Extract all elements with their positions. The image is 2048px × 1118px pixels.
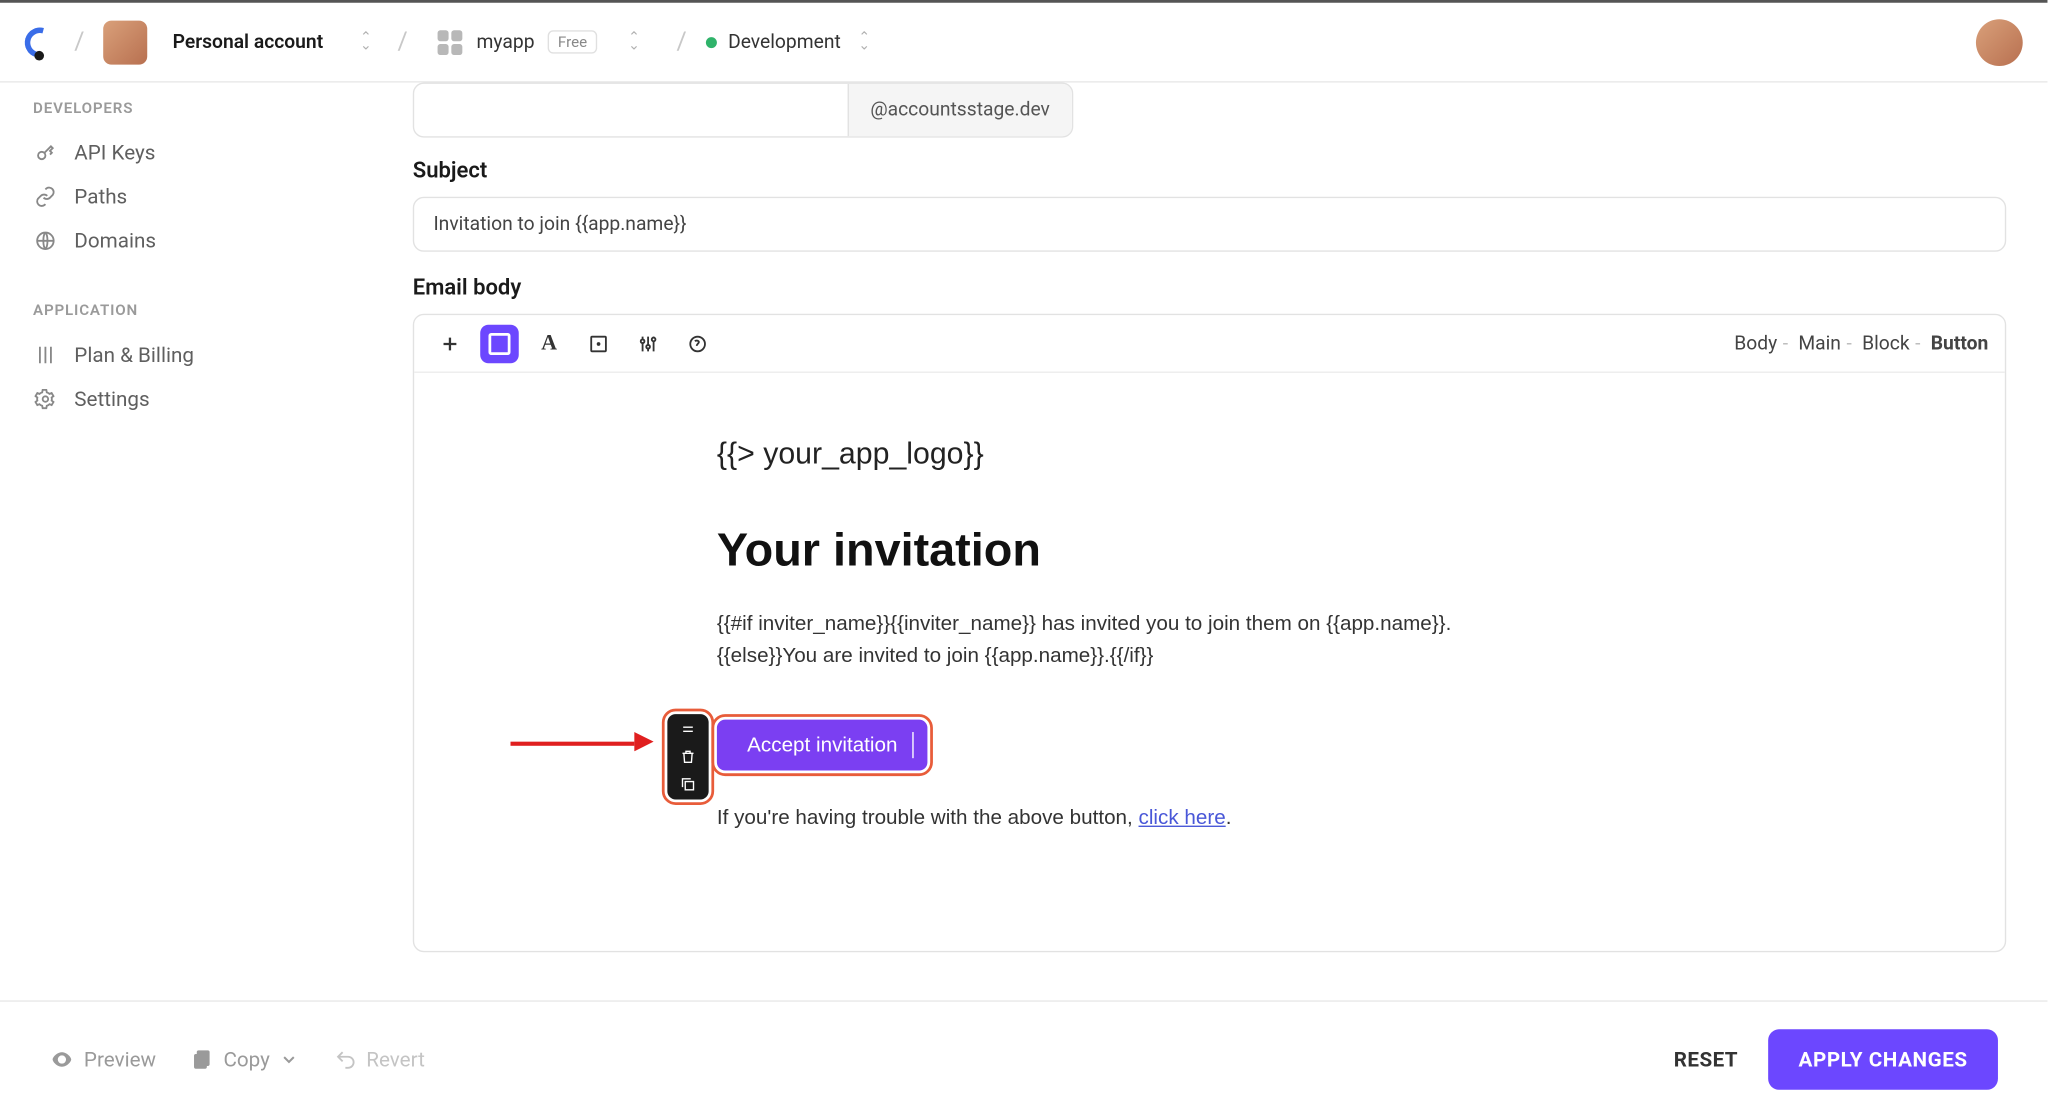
breadcrumb-sep: / bbox=[74, 28, 84, 57]
add-block-button[interactable] bbox=[431, 324, 470, 363]
copy-button[interactable]: Copy bbox=[192, 1047, 299, 1072]
spacing-tool-button[interactable] bbox=[579, 324, 618, 363]
email-title[interactable]: Your invitation bbox=[717, 524, 1488, 578]
gear-icon bbox=[33, 387, 58, 412]
sidebar-item-label: Domains bbox=[74, 228, 156, 253]
link-icon bbox=[33, 184, 58, 209]
sidebar-item-paths[interactable]: Paths bbox=[30, 175, 382, 219]
sidebar-item-label: API Keys bbox=[74, 140, 155, 165]
clerk-logo-icon[interactable] bbox=[25, 27, 55, 57]
sidebar-item-plan-billing[interactable]: Plan & Billing bbox=[30, 333, 382, 377]
app-switcher[interactable]: myapp Free bbox=[427, 20, 657, 64]
duplicate-icon[interactable] bbox=[678, 774, 697, 793]
editor-toolbar: A Body- Main- Block- Button bbox=[414, 315, 2005, 373]
sidebar-heading-application: APPLICATION bbox=[33, 301, 383, 319]
from-address-field[interactable]: @accountsstage.dev bbox=[413, 83, 1073, 138]
sidebar-item-label: Settings bbox=[74, 387, 149, 412]
sidebar-heading-developers: DEVELOPERS bbox=[33, 99, 383, 117]
email-logo-placeholder[interactable]: {{> your_app_logo}} bbox=[717, 436, 1488, 472]
breadcrumb-sep: / bbox=[397, 28, 407, 57]
email-footer-text[interactable]: If you're having trouble with the above … bbox=[717, 806, 1488, 829]
chevron-updown-icon[interactable] bbox=[852, 25, 877, 58]
editor-breadcrumb[interactable]: Body- Main- Block- Button bbox=[1734, 332, 1988, 354]
key-icon bbox=[33, 140, 58, 165]
footer-bar: Preview Copy Revert RESET APPLY CHANGES bbox=[0, 1000, 2047, 1117]
reset-button[interactable]: RESET bbox=[1674, 1047, 1738, 1072]
email-paragraph[interactable]: {{#if inviter_name}}{{inviter_name}} has… bbox=[717, 608, 1488, 672]
app-grid-icon bbox=[438, 30, 463, 55]
editor-canvas[interactable]: {{> your_app_logo}} Your invitation {{#i… bbox=[414, 373, 2005, 951]
annotation-arrow-icon bbox=[510, 738, 653, 746]
account-avatar[interactable] bbox=[104, 20, 148, 64]
top-bar: / Personal account / myapp Free / Develo… bbox=[0, 0, 2047, 83]
sliders-icon bbox=[33, 343, 58, 368]
main-content: @accountsstage.dev Subject Invitation to… bbox=[413, 83, 2048, 1035]
chevron-down-icon bbox=[280, 1050, 299, 1069]
undo-icon bbox=[335, 1049, 357, 1071]
chevron-updown-icon[interactable] bbox=[622, 25, 647, 58]
email-accept-button[interactable]: Accept invitation bbox=[717, 719, 928, 770]
chevron-updown-icon[interactable] bbox=[353, 25, 378, 58]
plan-badge: Free bbox=[548, 30, 596, 53]
sidebar-item-api-keys[interactable]: API Keys bbox=[30, 131, 382, 175]
eye-icon bbox=[50, 1047, 75, 1072]
app-name: myapp bbox=[477, 31, 535, 53]
env-switcher[interactable]: Development bbox=[706, 25, 876, 58]
subject-input[interactable]: Invitation to join {{app.name}} bbox=[413, 197, 2006, 252]
text-tool-button[interactable]: A bbox=[530, 324, 569, 363]
email-click-here-link[interactable]: click here bbox=[1139, 806, 1226, 829]
sidebar-item-label: Plan & Billing bbox=[74, 343, 194, 368]
preview-button[interactable]: Preview bbox=[50, 1047, 157, 1072]
sidebar: DEVELOPERS API Keys Paths bbox=[0, 83, 413, 1035]
settings-tool-button[interactable] bbox=[629, 324, 668, 363]
drag-handle-icon[interactable] bbox=[678, 719, 697, 738]
env-label: Development bbox=[728, 31, 841, 53]
sidebar-item-label: Paths bbox=[74, 184, 127, 209]
sidebar-item-domains[interactable]: Domains bbox=[30, 219, 382, 263]
email-body-editor: A Body- Main- Block- Button bbox=[413, 314, 2006, 952]
clipboard-icon bbox=[192, 1049, 214, 1071]
status-dot-icon bbox=[706, 36, 717, 47]
user-avatar[interactable] bbox=[1976, 19, 2023, 66]
sidebar-item-settings[interactable]: Settings bbox=[30, 377, 382, 421]
breadcrumb-sep: / bbox=[677, 28, 687, 57]
layout-tool-button[interactable] bbox=[480, 324, 519, 363]
delete-icon[interactable] bbox=[678, 746, 697, 765]
apply-changes-button[interactable]: APPLY CHANGES bbox=[1768, 1029, 1998, 1090]
subject-label: Subject bbox=[413, 157, 2006, 183]
block-context-menu bbox=[667, 713, 708, 798]
revert-button[interactable]: Revert bbox=[335, 1047, 425, 1072]
variables-tool-button[interactable] bbox=[678, 324, 717, 363]
body-label: Email body bbox=[413, 274, 2006, 300]
subject-value: Invitation to join {{app.name}} bbox=[433, 213, 686, 235]
globe-icon bbox=[33, 228, 58, 253]
account-switcher-label[interactable]: Personal account bbox=[173, 31, 324, 53]
domain-suffix: @accountsstage.dev bbox=[847, 84, 1072, 136]
